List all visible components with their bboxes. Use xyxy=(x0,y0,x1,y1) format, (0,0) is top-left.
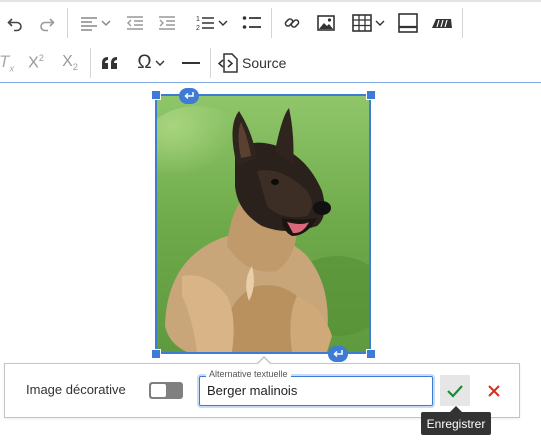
outdent-icon xyxy=(127,16,143,30)
horizontal-line-button[interactable] xyxy=(180,48,202,78)
numbered-list-icon: 12 xyxy=(196,16,214,32)
blockquote-icon xyxy=(102,57,117,69)
svg-text:2: 2 xyxy=(196,25,200,32)
close-icon xyxy=(488,384,500,397)
format-painter-icon xyxy=(432,19,452,28)
undo-button[interactable] xyxy=(4,8,26,38)
outdent-button[interactable] xyxy=(124,8,146,38)
image-button[interactable] xyxy=(314,8,338,38)
selected-image[interactable] xyxy=(155,94,371,354)
toolbar-separator xyxy=(271,8,272,38)
table-icon xyxy=(351,14,372,32)
balloon-pointer-inner xyxy=(257,358,271,365)
resize-handle-bottom-right[interactable] xyxy=(366,349,376,359)
align-left-icon xyxy=(80,17,97,31)
remove-format-button[interactable]: Tx xyxy=(0,48,16,78)
svg-text:1: 1 xyxy=(196,16,200,23)
horizontal-line-icon xyxy=(182,62,200,64)
return-arrow-icon xyxy=(333,350,343,358)
bulleted-list-button[interactable] xyxy=(240,8,264,38)
indent-icon xyxy=(159,16,175,30)
cancel-button[interactable] xyxy=(480,375,508,406)
table-dropdown[interactable] xyxy=(348,8,388,38)
alt-text-legend: Alternative textuelle xyxy=(206,369,291,379)
toolbar-separator xyxy=(67,8,68,38)
return-arrow-icon xyxy=(184,92,194,100)
redo-button[interactable] xyxy=(36,8,58,38)
resize-handle-bottom-left[interactable] xyxy=(151,349,161,359)
toolbar-top-border xyxy=(0,0,541,2)
alt-text-value: Berger malinois xyxy=(207,383,298,398)
toolbar-separator xyxy=(462,8,463,38)
insert-paragraph-after-button[interactable] xyxy=(328,346,348,362)
blockquote-button[interactable] xyxy=(98,48,122,78)
editor-toolbar: 12 Tx X2 X2 Ω Source xyxy=(0,0,541,83)
insert-paragraph-before-button[interactable] xyxy=(179,88,199,104)
save-button[interactable] xyxy=(440,375,470,406)
numbered-list-dropdown[interactable]: 12 xyxy=(190,8,232,38)
indent-button[interactable] xyxy=(156,8,178,38)
format-painter-button[interactable] xyxy=(428,8,456,38)
special-characters-icon: Ω xyxy=(137,52,152,73)
toolbar-separator xyxy=(210,48,211,78)
superscript-button[interactable]: X2 xyxy=(24,48,48,78)
link-button[interactable] xyxy=(280,8,304,38)
image-icon xyxy=(317,15,335,31)
resize-handle-top-left[interactable] xyxy=(151,90,161,100)
bulleted-list-icon xyxy=(242,16,261,29)
link-icon xyxy=(284,18,300,28)
decorative-image-toggle[interactable] xyxy=(149,382,183,399)
align-dropdown[interactable] xyxy=(76,8,114,38)
toolbar-separator xyxy=(90,48,91,78)
undo-icon xyxy=(7,18,22,32)
chevron-down-icon xyxy=(101,20,110,26)
source-icon xyxy=(218,53,238,73)
page-break-button[interactable] xyxy=(396,8,420,38)
subscript-icon: X2 xyxy=(62,53,78,73)
redo-icon xyxy=(40,18,55,32)
chevron-down-icon xyxy=(155,60,165,66)
special-characters-dropdown[interactable]: Ω xyxy=(132,48,170,78)
checkmark-icon xyxy=(447,384,463,398)
save-tooltip: Enregistrer xyxy=(421,412,491,435)
source-label: Source xyxy=(242,55,287,71)
page-break-icon xyxy=(398,13,418,33)
source-button[interactable]: Source xyxy=(218,48,288,78)
remove-format-icon: Tx xyxy=(0,52,14,74)
chevron-down-icon xyxy=(375,20,384,26)
decorative-image-label: Image décorative xyxy=(26,382,126,397)
subscript-button[interactable]: X2 xyxy=(58,48,82,78)
chevron-down-icon xyxy=(218,20,227,26)
superscript-icon: X2 xyxy=(28,53,44,72)
resize-handle-top-right[interactable] xyxy=(366,90,376,100)
puppy-photo xyxy=(157,96,369,352)
toggle-knob xyxy=(151,384,166,397)
